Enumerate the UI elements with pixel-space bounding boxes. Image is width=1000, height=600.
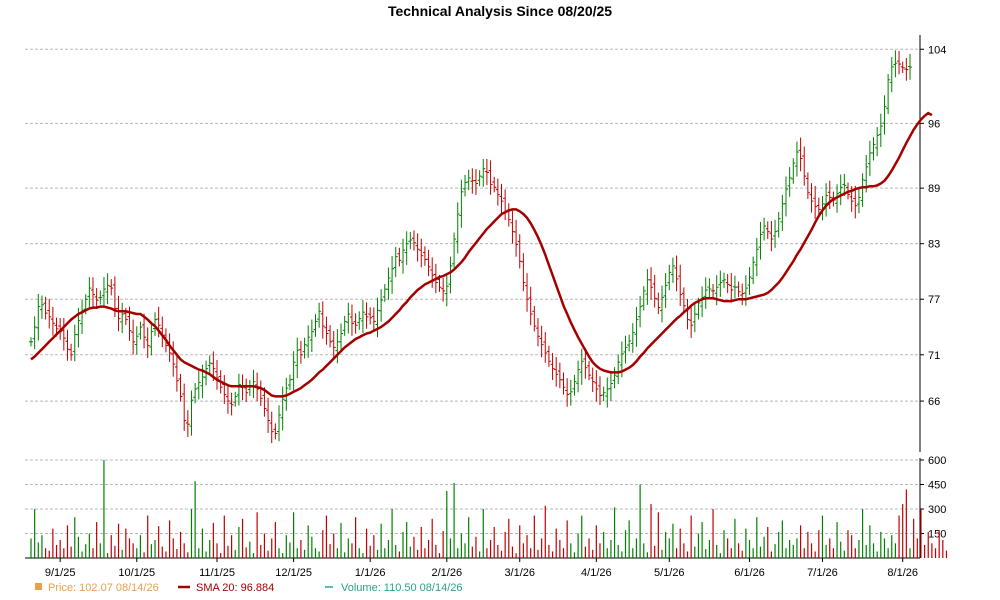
chart-root: Technical Analysis Since 08/20/25 66 71 77… [0,0,1000,600]
chart-background [0,0,1000,600]
volume-tick-label: 300 [928,504,946,516]
x-tick-label: 2/1/26 [431,567,462,579]
x-tick-label: 4/1/26 [581,567,612,579]
chart-title: Technical Analysis Since 08/20/25 [388,3,612,19]
price-tick-label: 66 [928,396,940,408]
volume-tick-label: 150 [928,529,946,541]
volume-tick-label: 600 [928,455,946,467]
x-tick-label: 8/1/26 [887,567,918,579]
legend-volume-label: Volume: 110.50 08/14/26 [341,582,463,594]
legend: Price: 102.07 08/14/26 SMA 20: 96.884 Vo… [35,582,463,594]
x-tick-label: 1/1/26 [355,567,386,579]
legend-price-label: Price: 102.07 08/14/26 [48,582,159,594]
volume-tick-label: 450 [928,480,946,492]
price-tick-label: 89 [928,183,940,195]
price-tick-label: 104 [928,44,946,56]
x-tick-label: 12/1/25 [275,567,312,579]
legend-price-marker [35,583,42,590]
x-tick-label: 3/1/26 [504,567,535,579]
x-tick-label: 7/1/26 [807,567,838,579]
price-tick-label: 77 [928,294,940,306]
price-tick-label: 71 [928,350,940,362]
price-tick-label: 83 [928,239,940,251]
price-tick-label: 96 [928,118,940,130]
x-tick-label: 11/1/25 [199,567,235,579]
technical-analysis-chart: Technical Analysis Since 08/20/25 66 71 77… [0,0,1000,600]
x-tick-label: 6/1/26 [734,567,765,579]
x-tick-label: 9/1/25 [45,567,76,579]
legend-sma-label: SMA 20: 96.884 [196,582,274,594]
x-tick-label: 10/1/25 [118,567,155,579]
x-tick-label: 5/1/26 [654,567,685,579]
